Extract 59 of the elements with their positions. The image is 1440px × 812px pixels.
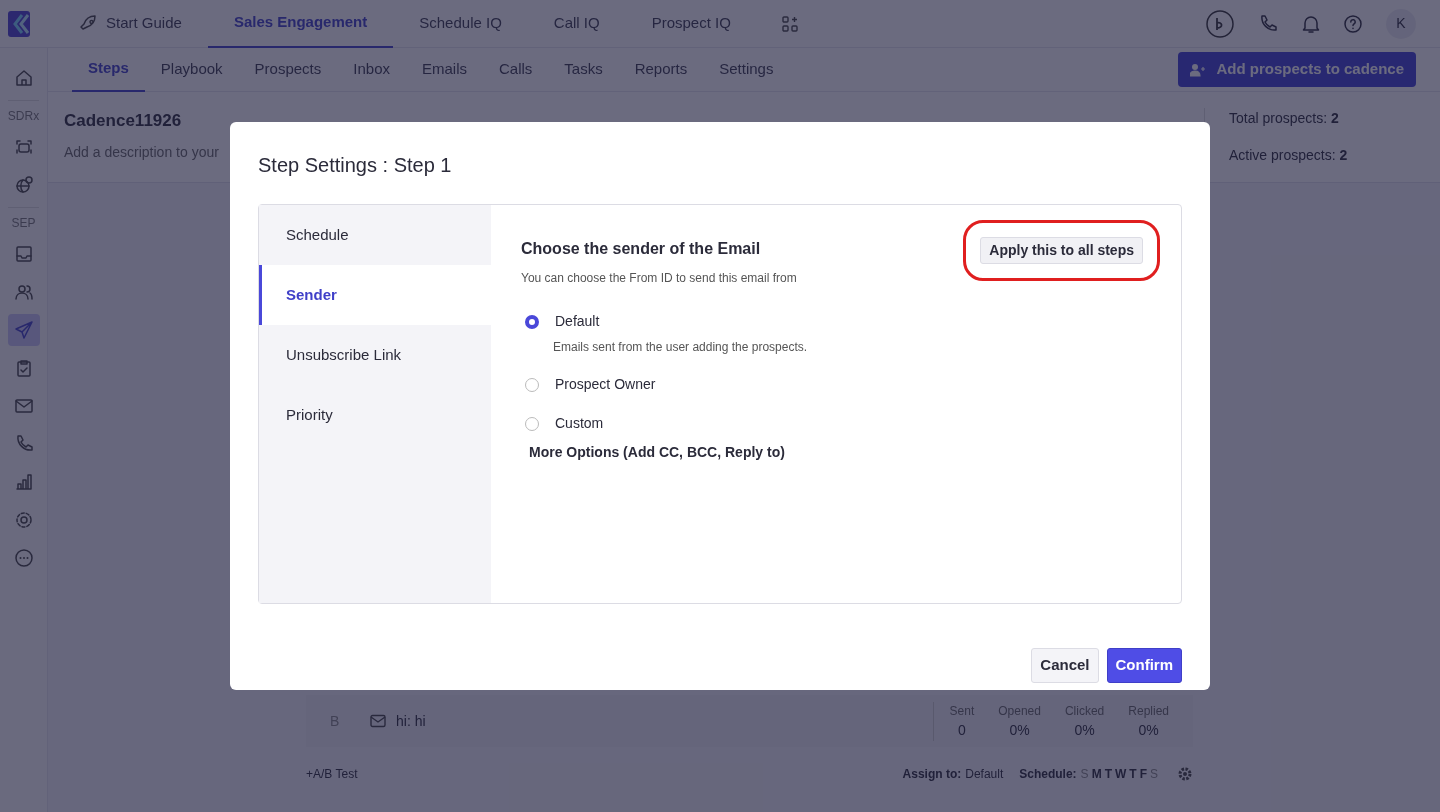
variant-subject: hi: hi — [396, 711, 426, 731]
help-icon[interactable] — [1344, 14, 1362, 33]
logo-icon[interactable] — [8, 10, 30, 37]
dialog-side-tab[interactable]: Sender — [259, 265, 491, 325]
section-subheading: You can choose the From ID to send this email from — [521, 270, 797, 287]
stat-value: 0% — [1008, 720, 1031, 740]
user-avatar[interactable]: K — [1386, 8, 1416, 39]
stat-value: 0% — [1073, 720, 1096, 740]
sub-nav-tab[interactable]: Emails — [406, 47, 483, 92]
active-prospects: Active prospects: 2 — [1229, 146, 1349, 165]
radio-label[interactable]: Custom — [555, 413, 604, 434]
apply-all-button[interactable]: Apply this to all steps — [980, 237, 1143, 264]
weekday-toggle[interactable]: T — [1129, 767, 1137, 781]
settings-icon[interactable] — [1177, 765, 1193, 782]
sub-nav-tab[interactable]: Playbook — [144, 47, 239, 92]
weekday-toggle[interactable]: F — [1139, 767, 1147, 781]
sub-nav-tab[interactable]: Reports — [618, 47, 704, 92]
radio-button[interactable] — [525, 314, 539, 329]
sub-nav-tab[interactable]: Tasks — [548, 47, 619, 92]
option-description: Emails sent from the user adding the prospects. — [553, 339, 809, 356]
weekday-toggle[interactable]: W — [1114, 767, 1127, 781]
top-nav-tab[interactable]: Start Guide — [52, 0, 208, 48]
cancel-button[interactable]: Cancel — [1031, 648, 1099, 683]
add-prospects-button[interactable]: Add prospects to cadence — [1178, 52, 1416, 87]
assign-value[interactable]: Default — [965, 764, 1004, 783]
sub-nav-tab[interactable]: Settings — [703, 47, 790, 92]
stat-value: 0 — [957, 720, 967, 740]
weekday-toggle[interactable]: T — [1104, 767, 1112, 781]
phone-icon[interactable] — [1258, 13, 1278, 34]
mail-icon — [370, 714, 386, 728]
more-options-link[interactable]: More Options (Add CC, BCC, Reply to) — [529, 442, 1151, 463]
weekday-toggle[interactable]: M — [1091, 767, 1102, 781]
cadence-name: Cadence11926 — [64, 110, 182, 132]
stat-value: 0% — [1137, 720, 1160, 740]
total-prospects: Total prospects: 2 — [1229, 109, 1340, 128]
dialog-title: Step Settings : Step 1 — [258, 153, 453, 178]
confirm-button[interactable]: Confirm — [1106, 648, 1182, 683]
section-heading: Choose the sender of the Email — [521, 239, 762, 259]
schedule-label: Schedule: — [1019, 765, 1077, 783]
player-icon[interactable] — [1206, 9, 1234, 38]
dialog-side-tab[interactable]: Priority — [259, 385, 491, 445]
radio-label[interactable]: Default — [555, 311, 600, 332]
dialog-side-tab[interactable]: Unsubscribe Link — [259, 325, 491, 385]
assign-label: Assign to: — [902, 765, 962, 783]
paper-plane-icon[interactable] — [7, 314, 40, 346]
sub-nav-tab[interactable]: Prospects — [238, 47, 338, 92]
dialog-side-tab[interactable]: Schedule — [259, 205, 491, 265]
ab-test-link[interactable]: +A/B Test — [306, 764, 358, 783]
apps-icon[interactable] — [780, 14, 799, 33]
sub-nav-tab[interactable]: Inbox — [337, 47, 406, 92]
top-nav-tab[interactable]: Call IQ — [527, 0, 626, 48]
radio-label[interactable]: Prospect Owner — [555, 374, 656, 395]
top-nav-tab[interactable]: Schedule IQ — [393, 0, 528, 48]
radio-button[interactable] — [525, 377, 539, 392]
sub-nav-tab[interactable]: Calls — [483, 47, 549, 92]
radio-button[interactable] — [525, 416, 539, 431]
bell-icon[interactable] — [1302, 13, 1320, 34]
add-person-icon — [1190, 62, 1207, 77]
top-nav-tab[interactable]: Prospect IQ — [625, 0, 757, 48]
